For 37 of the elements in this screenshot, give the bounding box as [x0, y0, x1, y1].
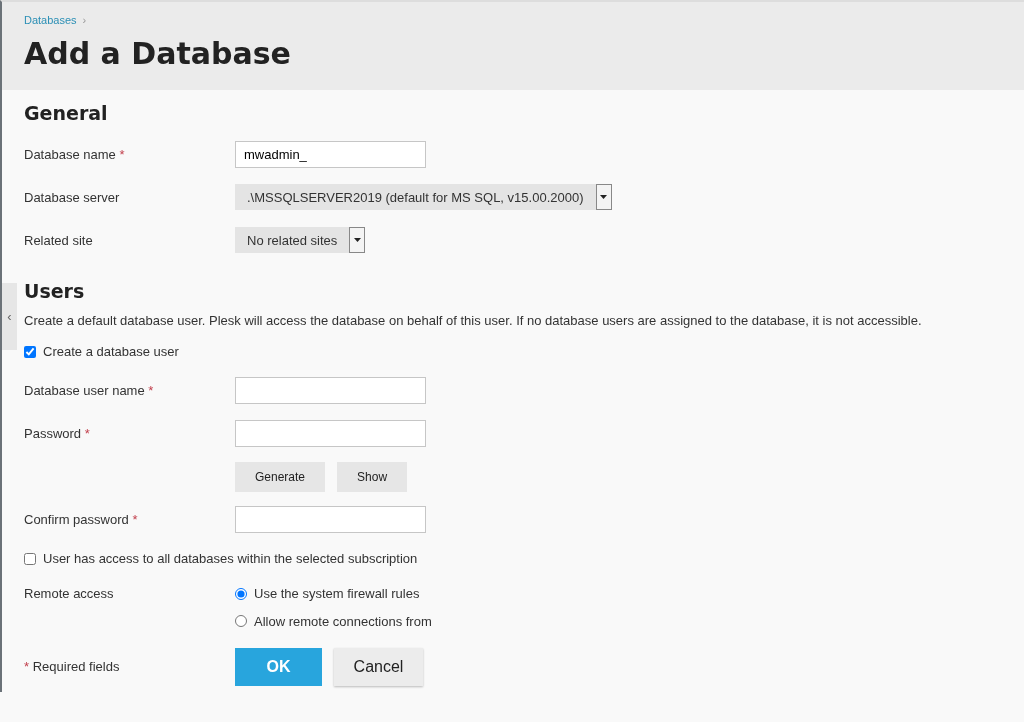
field-label: Confirm password *	[24, 510, 139, 529]
checkbox-label: Create a database user	[43, 342, 179, 361]
radio-label: Allow remote connections from	[254, 612, 432, 631]
checkbox[interactable]	[24, 552, 36, 565]
text-field[interactable]: mwadmin_	[235, 140, 426, 168]
checkbox-label: User has access to all databases within the selected subscription	[43, 549, 418, 568]
radio-button[interactable]	[235, 587, 247, 600]
required-mark: *	[84, 425, 90, 441]
form-button[interactable]: Show	[337, 461, 408, 492]
dropdown[interactable]: No related sites	[235, 227, 366, 254]
field-label: Database user name *	[24, 381, 155, 400]
field-label: Related site	[24, 231, 94, 250]
field-label: Database name *	[24, 145, 126, 164]
required-mark: *	[148, 382, 154, 398]
cancel-button[interactable]: Cancel	[334, 647, 423, 686]
section-description: Create a default database user. Plesk will access the database on behalf of this user. If no database users are assigned to the database, it is not accessible.	[24, 311, 923, 330]
caret-icon	[353, 238, 361, 243]
field-label: Password *	[24, 424, 91, 443]
radio-button[interactable]	[235, 615, 247, 628]
section-title: Users	[24, 279, 86, 303]
radio-label: Use the system firewall rules	[254, 585, 420, 604]
required-mark: *	[132, 511, 138, 527]
section-title: General	[24, 102, 109, 125]
caret-icon	[600, 195, 607, 200]
page-title: Add a Database	[24, 35, 292, 72]
text-field[interactable]	[235, 420, 426, 448]
text-field[interactable]	[235, 506, 426, 534]
field-label: Database server	[24, 188, 121, 207]
breadcrumb-separator: ›	[82, 14, 87, 26]
required-note: * Required fields	[24, 657, 121, 676]
text-field[interactable]	[235, 377, 426, 405]
dropdown[interactable]: .\MSSQLSERVER2019 (default for MS SQL, v15.00.2000)	[235, 184, 612, 211]
sidebar-toggle-button[interactable]: ‹	[2, 283, 17, 350]
required-mark: *	[119, 146, 125, 162]
form-button[interactable]: Generate	[235, 461, 326, 492]
checkbox[interactable]	[24, 345, 36, 358]
field-label: Remote access	[24, 585, 115, 604]
